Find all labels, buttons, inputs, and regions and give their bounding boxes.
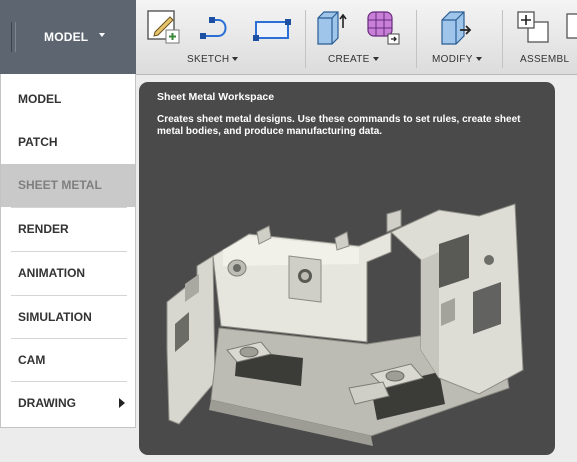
sheet-metal-part-illustration (166, 203, 524, 446)
toolbar-divider (416, 10, 417, 68)
submenu-arrow-icon (119, 398, 125, 408)
rectangle-icon[interactable] (250, 8, 291, 46)
menu-item-label: PATCH (18, 135, 58, 149)
menu-item-sheet-metal[interactable]: SHEET METAL (1, 164, 135, 207)
menu-item-label: RENDER (18, 222, 69, 236)
menu-item-cam[interactable]: CAM (1, 339, 135, 382)
chevron-down-icon (232, 57, 239, 62)
new-component-icon[interactable] (514, 8, 552, 46)
press-pull-icon[interactable] (436, 8, 474, 46)
toolbar-grip-handle[interactable] (11, 22, 16, 52)
create-sketch-icon[interactable] (146, 8, 184, 46)
group-label: CREATE (328, 54, 370, 65)
extrude-icon[interactable] (312, 8, 350, 46)
menu-item-label: MODEL (18, 92, 62, 106)
toolbar: MODEL SKETCH CREATE MODIFY ASSEMBL (0, 0, 577, 75)
workspace-label: MODEL (44, 30, 89, 44)
menu-item-simulation[interactable]: SIMULATION (1, 296, 135, 339)
chevron-down-icon (475, 57, 482, 62)
workspace-menu: MODEL PATCH SHEET METAL RENDER ANIMATION… (0, 74, 136, 428)
form-icon[interactable] (362, 8, 400, 46)
workspace-tooltip: Sheet Metal Workspace Creates sheet meta… (139, 82, 555, 455)
menu-item-label: SHEET METAL (18, 178, 102, 192)
tooltip-description: Creates sheet metal designs. Use these c… (157, 114, 521, 137)
toolbar-divider (305, 10, 306, 68)
workspace-switcher-button[interactable]: MODEL (0, 0, 136, 74)
menu-item-render[interactable]: RENDER (1, 208, 135, 251)
menu-item-animation[interactable]: ANIMATION (1, 252, 135, 295)
group-label: SKETCH (187, 54, 230, 65)
chevron-down-icon (372, 57, 379, 62)
toolbar-group-create[interactable]: CREATE (328, 54, 379, 65)
menu-item-label: ANIMATION (18, 266, 86, 280)
group-label: ASSEMBL (520, 54, 570, 65)
toolbar-group-assemble[interactable]: ASSEMBL (520, 54, 569, 65)
toolbar-group-modify[interactable]: MODIFY (432, 54, 482, 65)
group-label: MODIFY (432, 54, 473, 65)
toolbar-group-sketch[interactable]: SKETCH (187, 54, 239, 65)
tooltip-title: Sheet Metal Workspace (157, 91, 275, 103)
menu-item-label: SIMULATION (18, 310, 92, 324)
chevron-down-icon (99, 33, 105, 37)
menu-item-model[interactable]: MODEL (1, 78, 135, 121)
sketch-line-icon[interactable] (198, 8, 236, 46)
menu-item-patch[interactable]: PATCH (1, 121, 135, 164)
toolbar-divider (502, 10, 503, 68)
joint-icon[interactable] (565, 8, 577, 46)
menu-item-drawing[interactable]: DRAWING (1, 382, 135, 425)
menu-item-label: CAM (18, 353, 46, 367)
menu-item-label: DRAWING (18, 396, 76, 410)
